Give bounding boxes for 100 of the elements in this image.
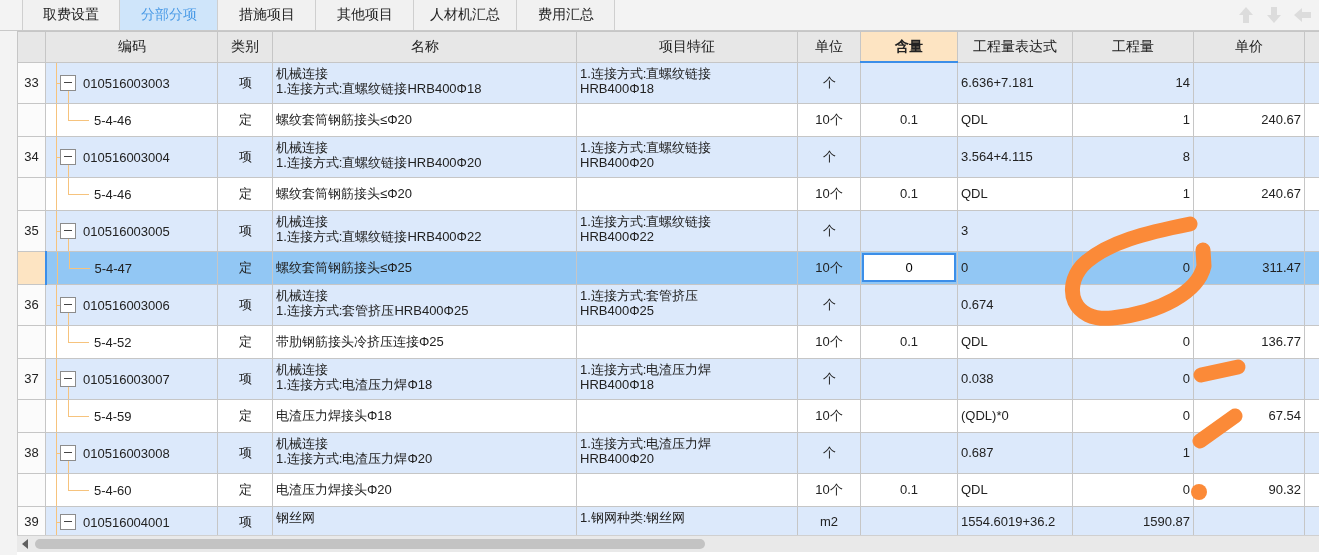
table-cell: QDL bbox=[957, 103, 1073, 136]
table-cell: QDL bbox=[957, 325, 1073, 358]
column-header[interactable]: 单价 bbox=[1193, 31, 1305, 62]
content-input[interactable]: 0 bbox=[862, 253, 956, 282]
table-cell: 10个 bbox=[797, 103, 861, 136]
table-cell: 0.1 bbox=[860, 325, 958, 358]
table-cell: 0.1 bbox=[860, 103, 958, 136]
tab[interactable]: 取费设置 bbox=[22, 0, 120, 30]
table-cell: 机械连接 1.连接方式:电渣压力焊Φ20 bbox=[272, 432, 577, 473]
table-cell: 个 bbox=[797, 210, 861, 251]
table-row[interactable]: 34 010516003004 项 机械连接 1.连接方式:直螺纹链接HRB400Φ20 1.连接方式:直螺纹链接 HRB400Φ20 个 3.564+4.115 8 bbox=[17, 136, 1319, 177]
table-row[interactable]: 33 010516003003 项 机械连接 1.连接方式:直螺纹链接HRB400Φ18 1.连接方式:直螺纹链接 HRB400Φ18 个 6.636+7.181 14 bbox=[17, 62, 1319, 103]
collapse-icon[interactable] bbox=[60, 222, 76, 239]
table-cell: (QDL)*0 bbox=[957, 399, 1073, 432]
column-header[interactable]: 名称 bbox=[272, 31, 577, 62]
row-number: 37 bbox=[17, 358, 46, 399]
table-cell: 0 bbox=[957, 251, 1073, 284]
table-cell: 0.1 bbox=[860, 177, 958, 210]
item-code: 010516003007 bbox=[83, 371, 170, 386]
table-cell: 项 bbox=[217, 358, 273, 399]
item-code: 5-4-60 bbox=[94, 482, 132, 497]
table-cell: 个 bbox=[797, 284, 861, 325]
table-cell: 个 bbox=[797, 62, 861, 103]
collapse-icon[interactable] bbox=[60, 296, 76, 313]
table-cell: 螺纹套筒钢筋接头≤Φ20 bbox=[272, 177, 577, 210]
item-code: 010516003005 bbox=[83, 223, 170, 238]
table-cell: 电渣压力焊接头Φ20 bbox=[272, 473, 577, 506]
table-cell: 14 bbox=[1072, 62, 1194, 103]
table-cell: 螺纹套筒钢筋接头≤Φ20 bbox=[272, 103, 577, 136]
table-cell: QDL bbox=[957, 177, 1073, 210]
table-cell: 0 bbox=[1072, 399, 1194, 432]
column-header[interactable]: 项目特征 bbox=[576, 31, 798, 62]
table-cell: 电渣压力焊接头Φ18 bbox=[272, 399, 577, 432]
row-number: 36 bbox=[17, 284, 46, 325]
table-cell: 1 bbox=[1072, 103, 1194, 136]
table-cell: 0 bbox=[1072, 358, 1194, 399]
collapse-icon[interactable] bbox=[60, 444, 76, 461]
table-cell: 3.564+4.115 bbox=[957, 136, 1073, 177]
table-cell: 1.连接方式:电渣压力焊 HRB400Φ18 bbox=[576, 358, 798, 399]
table-cell: 机械连接 1.连接方式:直螺纹链接HRB400Φ22 bbox=[272, 210, 577, 251]
table-cell: 定 bbox=[217, 399, 273, 432]
table-row[interactable]: 5-4-46 定 螺纹套筒钢筋接头≤Φ20 10个 0.1 QDL 1 240.67 bbox=[17, 177, 1319, 210]
collapse-icon[interactable] bbox=[60, 370, 76, 387]
table-cell: 个 bbox=[797, 358, 861, 399]
column-header[interactable]: 工程量 bbox=[1072, 31, 1194, 62]
table-row[interactable]: 36 010516003006 项 机械连接 1.连接方式:套管挤压HRB400Φ25 1.连接方式:套管挤压 HRB400Φ25 个 0.674 bbox=[17, 284, 1319, 325]
table-cell: 10个 bbox=[797, 251, 861, 284]
item-code: 5-4-46 bbox=[94, 186, 132, 201]
collapse-icon[interactable] bbox=[60, 513, 76, 530]
table-row[interactable]: 5-4-52 定 带肋钢筋接头冷挤压连接Φ25 10个 0.1 QDL 0 136.77 bbox=[17, 325, 1319, 358]
slash-scribble-drawing bbox=[1191, 407, 1245, 451]
table-cell: 240.67 bbox=[1193, 103, 1305, 136]
table-row[interactable]: 35 010516003005 项 机械连接 1.连接方式:直螺纹链接HRB400Φ22 1.连接方式:直螺纹链接 HRB400Φ22 个 3 bbox=[17, 210, 1319, 251]
table-cell: 10个 bbox=[797, 325, 861, 358]
scrollbar-thumb[interactable] bbox=[35, 539, 705, 549]
item-code: 5-4-59 bbox=[94, 408, 132, 423]
table-cell: 定 bbox=[217, 103, 273, 136]
table-cell: 1 bbox=[1072, 432, 1194, 473]
dot-scribble-drawing bbox=[1191, 484, 1207, 500]
table-cell: 10个 bbox=[797, 399, 861, 432]
row-number: 33 bbox=[17, 62, 46, 103]
collapse-icon[interactable] bbox=[60, 148, 76, 165]
table-row[interactable]: 5-4-60 定 电渣压力焊接头Φ20 10个 0.1 QDL 0 90.32 bbox=[17, 473, 1319, 506]
table-row[interactable]: 5-4-59 定 电渣压力焊接头Φ18 10个 (QDL)*0 0 67.54 bbox=[17, 399, 1319, 432]
table-cell: 个 bbox=[797, 136, 861, 177]
table-row[interactable]: 5-4-47 定 螺纹套筒钢筋接头≤Φ25 10个 0 0 0 311.47 bbox=[17, 251, 1319, 284]
column-header[interactable]: 工程量表达式 bbox=[957, 31, 1073, 62]
table-row[interactable]: 38 010516003008 项 机械连接 1.连接方式:电渣压力焊Φ20 1.连接方式:电渣压力焊 HRB400Φ20 个 0.687 1 bbox=[17, 432, 1319, 473]
column-header[interactable]: 类别 bbox=[217, 31, 273, 62]
table-cell: 带肋钢筋接头冷挤压连接Φ25 bbox=[272, 325, 577, 358]
table-cell: 1.连接方式:直螺纹链接 HRB400Φ22 bbox=[576, 210, 798, 251]
item-code: 5-4-52 bbox=[94, 334, 132, 349]
scroll-left-icon[interactable] bbox=[21, 539, 29, 549]
table-row[interactable]: 37 010516003007 项 机械连接 1.连接方式:电渣压力焊Φ18 1.连接方式:电渣压力焊 HRB400Φ18 个 0.038 0 bbox=[17, 358, 1319, 399]
item-code: 010516003006 bbox=[83, 297, 170, 312]
row-number: 34 bbox=[17, 136, 46, 177]
table-cell: 0 bbox=[1072, 325, 1194, 358]
table-cell: 定 bbox=[217, 251, 273, 284]
row-number: 38 bbox=[17, 432, 46, 473]
table-cell: 1.连接方式:直螺纹链接 HRB400Φ18 bbox=[576, 62, 798, 103]
column-header[interactable]: 单位 bbox=[797, 31, 861, 62]
table-row[interactable]: 5-4-46 定 螺纹套筒钢筋接头≤Φ20 10个 0.1 QDL 1 240.67 bbox=[17, 103, 1319, 136]
table-cell: 定 bbox=[217, 177, 273, 210]
table-cell: 机械连接 1.连接方式:套管挤压HRB400Φ25 bbox=[272, 284, 577, 325]
column-header[interactable]: 编码 bbox=[45, 31, 218, 62]
column-header[interactable]: 含量 bbox=[860, 31, 958, 62]
collapse-icon[interactable] bbox=[60, 74, 76, 91]
table-cell: 项 bbox=[217, 284, 273, 325]
table-cell: 1.连接方式:直螺纹链接 HRB400Φ20 bbox=[576, 136, 798, 177]
item-code: 5-4-47 bbox=[94, 260, 133, 275]
table-cell: 0.038 bbox=[957, 358, 1073, 399]
row-number: 35 bbox=[17, 210, 46, 251]
table-cell: 136.77 bbox=[1193, 325, 1305, 358]
table-cell: 6.636+7.181 bbox=[957, 62, 1073, 103]
table-cell: 机械连接 1.连接方式:直螺纹链接HRB400Φ20 bbox=[272, 136, 577, 177]
table-cell: 螺纹套筒钢筋接头≤Φ25 bbox=[272, 251, 577, 284]
table-cell: 3 bbox=[957, 210, 1073, 251]
item-code: 010516003004 bbox=[83, 149, 170, 164]
table-cell: 定 bbox=[217, 325, 273, 358]
table-row[interactable]: 39 010516004001 项 钢丝网 1.钢网种类:钢丝网 m2 1554.6019+36.2 1590.87 bbox=[17, 506, 1319, 535]
